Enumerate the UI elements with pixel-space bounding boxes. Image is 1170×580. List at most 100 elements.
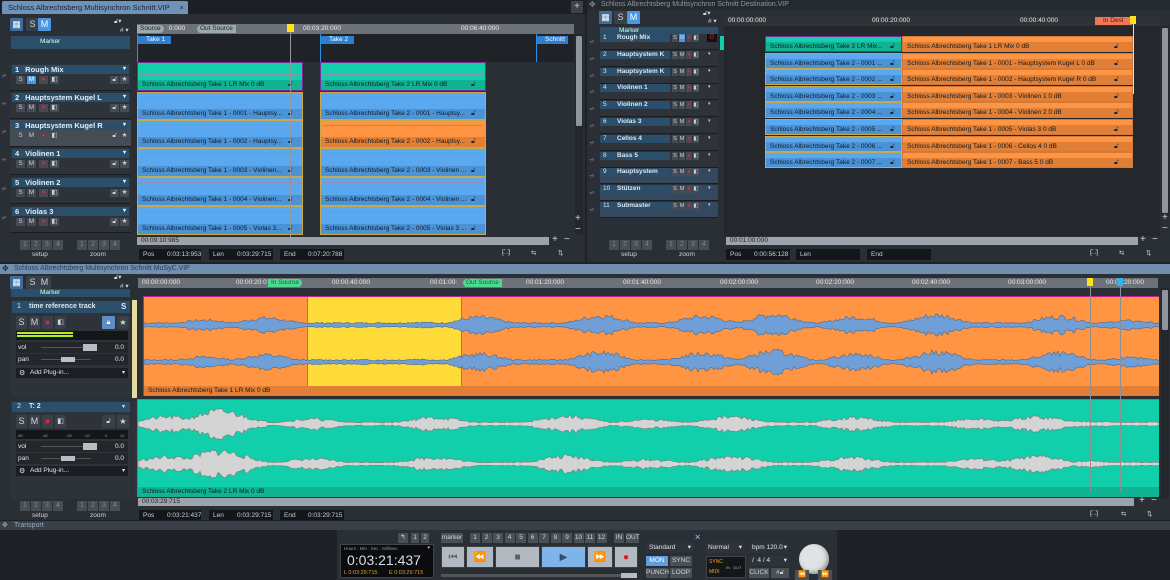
zoom-slot-3[interactable]: 3 bbox=[99, 501, 109, 511]
audio-clip-take1[interactable]: Schloss Albrechtsberg Take 1 - 0002 - Ha… bbox=[902, 69, 1133, 86]
lock-icon[interactable]: 🔓︎▾ bbox=[114, 273, 121, 282]
chevron-down-icon[interactable]: ▾ bbox=[123, 121, 126, 130]
zoom-slot-2[interactable]: 2 bbox=[88, 240, 98, 250]
playhead-marker[interactable] bbox=[1130, 16, 1136, 24]
fit-view-icon[interactable]: [⛶] bbox=[502, 249, 510, 257]
fit-view-icon[interactable]: [⛶] bbox=[1090, 249, 1098, 257]
mute-button[interactable]: M bbox=[27, 76, 36, 84]
add-plugin-dropdown[interactable]: ⚙ Add Plug-in... ▾ bbox=[16, 466, 128, 476]
close-tab-icon[interactable]: × bbox=[179, 1, 183, 14]
go-to-start-button[interactable]: ⏮ bbox=[441, 546, 465, 568]
mute-button[interactable]: M bbox=[679, 34, 685, 42]
automation-icon[interactable]: ⩫ bbox=[589, 88, 595, 96]
loop-button[interactable]: LOOP bbox=[670, 568, 692, 578]
record-button[interactable]: ● bbox=[39, 76, 48, 84]
automation-icon[interactable]: ⩫ bbox=[1, 100, 7, 108]
vol-knob[interactable] bbox=[83, 443, 97, 450]
vol-slider[interactable]: vol 0.0 bbox=[16, 441, 128, 452]
fit-view-icon[interactable]: [⛶] bbox=[1090, 510, 1098, 518]
solo-button[interactable]: S bbox=[672, 134, 678, 143]
monitor-button[interactable]: ◧ bbox=[693, 50, 699, 59]
mute-button[interactable]: M bbox=[29, 316, 40, 329]
chevron-down-icon[interactable]: ▾ bbox=[708, 118, 711, 124]
solo-button[interactable]: S bbox=[16, 104, 25, 112]
undo-slot-1[interactable]: 1 bbox=[411, 533, 419, 543]
star-button[interactable]: ★ bbox=[120, 160, 129, 168]
track-name[interactable]: time reference track bbox=[29, 303, 96, 310]
pan-slider[interactable]: pan 0.0 bbox=[16, 354, 128, 365]
mute-button[interactable]: M bbox=[679, 168, 685, 177]
record-button[interactable]: ● bbox=[686, 84, 692, 93]
marker-take2[interactable]: Take 2 bbox=[320, 34, 355, 62]
track-name[interactable]: 3 Hauptsystem K bbox=[600, 67, 670, 76]
marker-slot-3[interactable]: 3 bbox=[493, 533, 503, 543]
marker-slot-8[interactable]: 8 bbox=[550, 533, 561, 543]
zoom-in-button[interactable]: + bbox=[552, 234, 558, 245]
audio-clip-take2[interactable]: Schloss Albrechtsberg Take 2 - 0003 ... 🔓… bbox=[765, 85, 902, 102]
monitor-button[interactable]: ◧ bbox=[50, 132, 59, 140]
track-header-6[interactable]: 6 Violas 3 ▾ S M ● ◧ 🔓︎ ★ ⩫ bbox=[1, 206, 131, 233]
in-source-marker[interactable]: In Source bbox=[268, 279, 302, 287]
lock-track-button[interactable]: 🔓︎ bbox=[110, 76, 119, 84]
automation-icon[interactable]: ⩫ bbox=[1, 72, 7, 80]
audio-clip[interactable]: Schloss Albrechtsberg Take 2 - 0001 - Ha… bbox=[320, 92, 486, 120]
monitor-button[interactable]: ◧ bbox=[693, 118, 699, 126]
monitor-button[interactable]: ◧ bbox=[50, 160, 59, 168]
track-header-7[interactable]: 7 Cellos 4 S M ● ◧ ▾ ⩫ bbox=[589, 134, 718, 151]
automation-icon[interactable]: ⩫ bbox=[589, 172, 595, 180]
out-source-marker[interactable]: Out Source bbox=[463, 279, 502, 287]
automation-icon[interactable]: ⩫ bbox=[1, 214, 7, 222]
setup-slot-1[interactable]: 1 bbox=[20, 240, 30, 250]
zoom-in-vertical-button[interactable]: + bbox=[575, 213, 581, 224]
record-button[interactable]: ● bbox=[686, 101, 692, 110]
audio-clip-take2[interactable]: Schloss Albrechtsberg Take 2 - 0002 ... 🔓… bbox=[765, 69, 902, 86]
monitor-button[interactable]: ◧ bbox=[55, 415, 66, 428]
audio-clip-take1[interactable]: Schloss Albrechtsberg Take 1 - 0007 - Ba… bbox=[902, 152, 1133, 169]
audio-clip[interactable]: Schloss Albrechtsberg Take 2 - 0002 - Ha… bbox=[320, 120, 486, 148]
monitor-button[interactable]: ◧ bbox=[50, 104, 59, 112]
audio-clip[interactable]: Schloss Albrechtsberg Take 1 - 0005 - Vi… bbox=[137, 206, 303, 235]
track-name[interactable]: 10 Stützen bbox=[600, 185, 670, 194]
setup-slot-4[interactable]: 4 bbox=[53, 501, 63, 511]
jog-rewind-button[interactable]: ⏪ bbox=[795, 570, 809, 580]
record-button[interactable]: ● bbox=[42, 316, 53, 329]
mute-button[interactable]: M bbox=[29, 415, 40, 428]
record-button[interactable]: ● bbox=[39, 189, 48, 197]
horizontal-zoom-icon[interactable]: ⇆ bbox=[1119, 249, 1124, 257]
rewind-button[interactable]: ⏪ bbox=[466, 546, 494, 568]
zoom-slot-2[interactable]: 2 bbox=[677, 240, 687, 250]
zoom-out-button[interactable]: − bbox=[1152, 234, 1158, 245]
record-button[interactable]: ● bbox=[39, 160, 48, 168]
track-name[interactable]: 5 Violinen 2 ▾ bbox=[12, 178, 129, 187]
solo-button[interactable]: S bbox=[672, 50, 678, 59]
marker-slot-6[interactable]: 6 bbox=[527, 533, 538, 543]
mute-button[interactable]: M bbox=[679, 202, 685, 210]
chevron-down-icon[interactable]: ▾ bbox=[123, 207, 126, 216]
setup-slot-4[interactable]: 4 bbox=[53, 240, 63, 250]
audio-clip-take2[interactable]: Schloss Albrechtsberg Take 2 LR Mix... 🔓︎ bbox=[765, 36, 902, 52]
track-header-10[interactable]: 10 Stützen S M ● ◧ ▾ ⩫ bbox=[589, 185, 718, 202]
record-button[interactable]: ● bbox=[686, 67, 692, 76]
star-button[interactable]: ★ bbox=[117, 415, 129, 428]
track-header-5[interactable]: 5 Violinen 2 S M ● ◧ ▾ ⩫ bbox=[589, 101, 718, 118]
zoom-slot-2[interactable]: 2 bbox=[88, 501, 98, 511]
fast-forward-button[interactable]: ⏩ bbox=[587, 546, 613, 568]
vertical-scrollbar[interactable] bbox=[1161, 26, 1169, 216]
setup-slot-3[interactable]: 3 bbox=[631, 240, 641, 250]
track-name[interactable]: 5 Violinen 2 bbox=[600, 101, 670, 110]
marker-slot-1[interactable]: 1 bbox=[470, 533, 480, 543]
horizontal-scrollbar[interactable]: 00:09:10:985 bbox=[137, 237, 549, 245]
marker-slot-4[interactable]: 4 bbox=[504, 533, 515, 543]
track-name[interactable]: 1 Rough Mix bbox=[600, 34, 670, 42]
lock-track-button[interactable]: 🔓︎ bbox=[102, 415, 115, 428]
chevron-down-icon[interactable]: ▾ bbox=[708, 68, 711, 74]
add-plugin-dropdown[interactable]: ⚙ Add Plug-in... ▾ bbox=[16, 368, 128, 378]
marker-slot-12[interactable]: 12 bbox=[596, 533, 607, 543]
record-button[interactable]: ● bbox=[686, 134, 692, 143]
solo-button[interactable]: S bbox=[672, 202, 678, 210]
setup-slot-1[interactable]: 1 bbox=[609, 240, 619, 250]
monitor-button[interactable]: ◧ bbox=[693, 67, 699, 76]
monitor-button[interactable]: ◧ bbox=[693, 185, 699, 194]
setup-slot-3[interactable]: 3 bbox=[42, 240, 52, 250]
lock-track-button[interactable]: 🔓︎ bbox=[110, 189, 119, 197]
